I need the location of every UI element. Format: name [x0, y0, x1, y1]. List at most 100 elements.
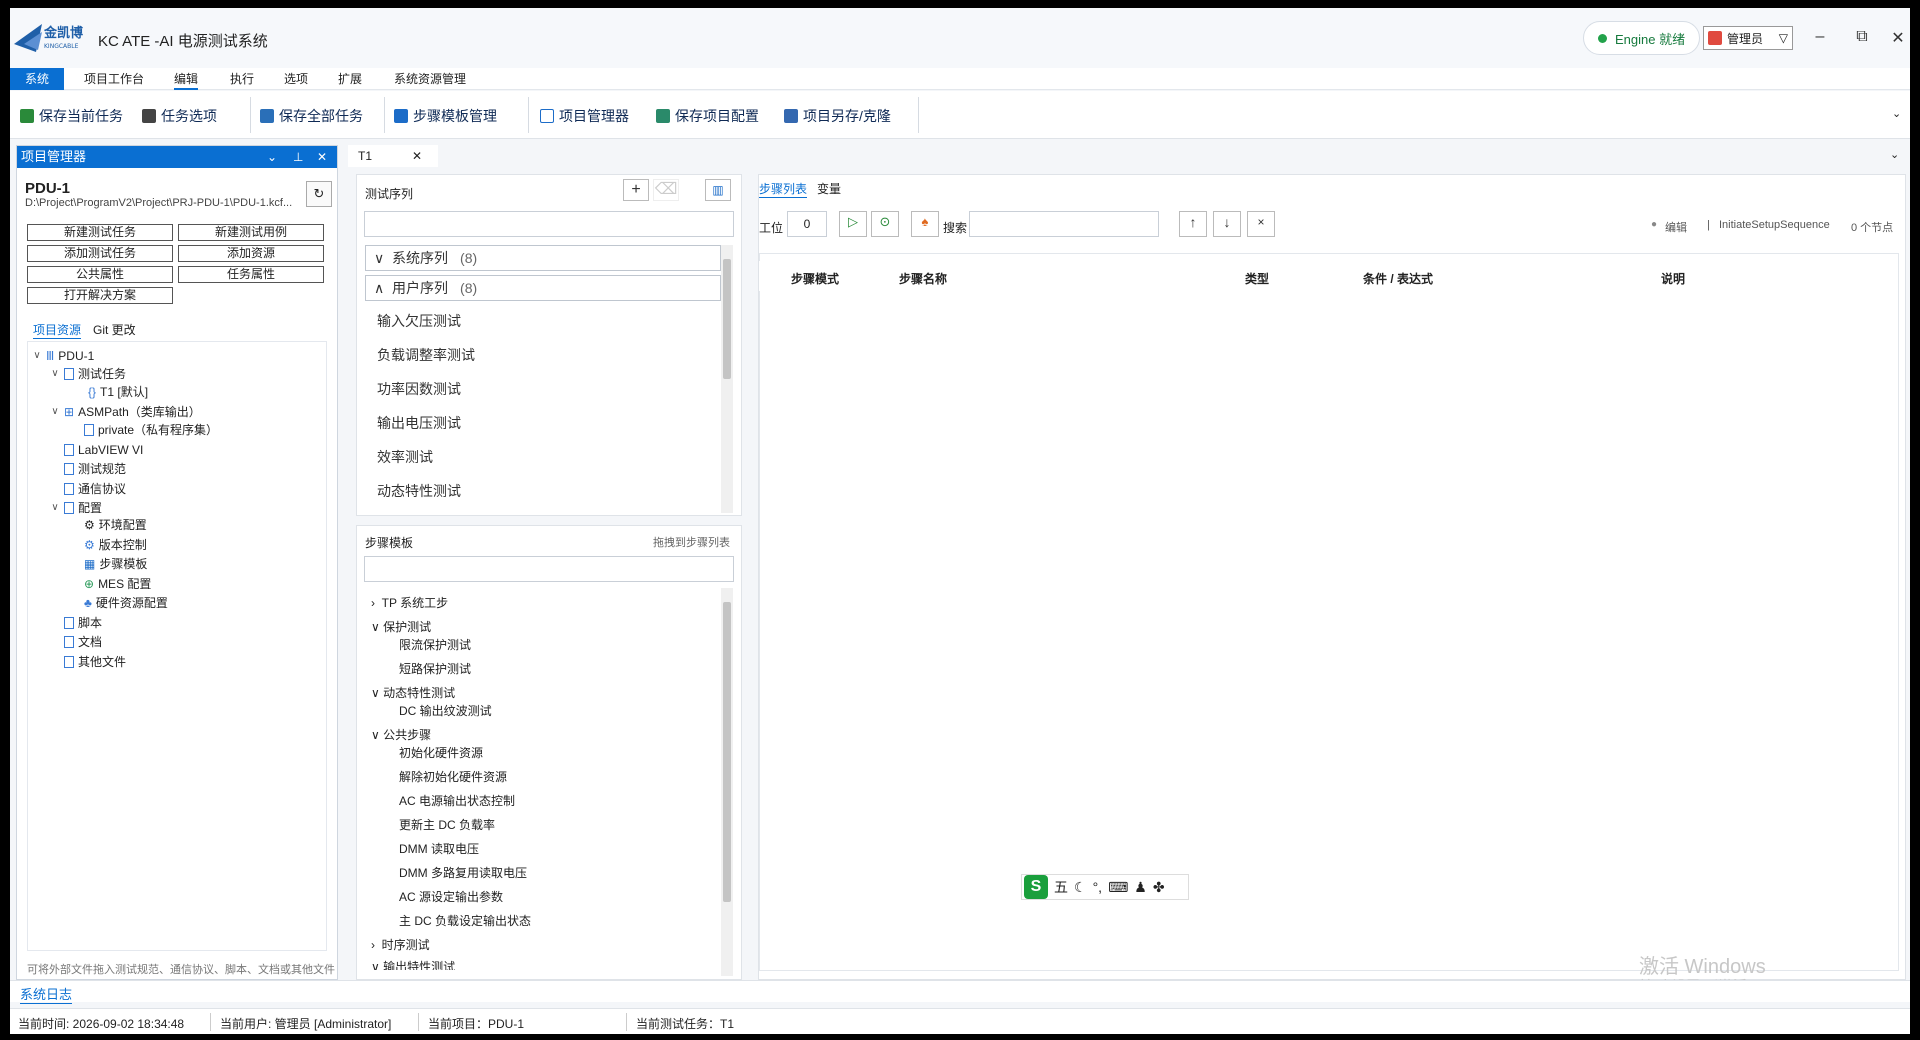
menu-project-workbench[interactable]: 项目工作台 [84, 68, 144, 90]
tree-node-documents[interactable]: 文档 [64, 633, 102, 651]
tab-variables[interactable]: 变量 [817, 180, 841, 197]
project-save-as-clone-button[interactable]: 项目另存/克隆 [784, 105, 891, 127]
task-options-button[interactable]: 任务选项 [142, 105, 217, 127]
template-group[interactable]: ∨ 输出特性测试 [371, 958, 455, 970]
tree-node-private[interactable]: private（私有程序集） [84, 421, 218, 439]
template-item[interactable]: DMM 多路复用读取电压 [399, 864, 527, 881]
sequence-item[interactable]: 输出电压测试 [377, 413, 461, 433]
close-button[interactable]: ✕ [1888, 28, 1908, 48]
sequence-settings-button[interactable]: ▥ [705, 179, 731, 201]
column-type[interactable]: 类型 [1245, 270, 1269, 287]
tree-node-config[interactable]: ∨ 配置 [50, 499, 102, 517]
template-item[interactable]: DC 输出纹波测试 [399, 702, 492, 719]
pin-icon[interactable]: ⊥ [293, 146, 303, 168]
minimize-button[interactable]: – [1810, 28, 1830, 46]
template-group[interactable]: › TP 系统工步 [371, 594, 448, 611]
group-user-sequence[interactable]: ∧ 用户序列 (8) [365, 275, 721, 301]
new-test-case-button[interactable]: 新建测试用例 [178, 224, 324, 241]
sequence-scrollbar[interactable] [721, 245, 733, 513]
sequence-item[interactable]: 输入欠压测试 [377, 311, 461, 331]
menu-system[interactable]: 系统 [10, 68, 64, 90]
delete-step-button[interactable]: × [1247, 211, 1275, 237]
tree-node-asmpath[interactable]: ∨ ⊞ ASMPath（类库输出） [50, 403, 200, 421]
tree-node-step-template[interactable]: ▦ 步骤模板 [84, 555, 147, 573]
column-description[interactable]: 说明 [1661, 270, 1685, 287]
template-item[interactable]: AC 源设定输出参数 [399, 888, 503, 905]
tree-node-version-control[interactable]: ⚙ 版本控制 [84, 536, 147, 554]
template-item[interactable]: 更新主 DC 负载率 [399, 816, 495, 833]
common-properties-button[interactable]: 公共属性 [27, 266, 173, 283]
tree-node-hardware-config[interactable]: ♣ 硬件资源配置 [84, 594, 168, 612]
move-up-button[interactable]: ↑ [1179, 211, 1207, 237]
tree-node-other-files[interactable]: 其他文件 [64, 653, 126, 671]
save-current-task-button[interactable]: 保存当前任务 [20, 105, 123, 127]
project-manager-button[interactable]: 项目管理器 [540, 105, 629, 127]
station-input[interactable]: 0 [787, 211, 827, 237]
template-item[interactable]: DMM 读取电压 [399, 840, 479, 857]
clear-button[interactable]: ♠ [911, 211, 939, 237]
tree-node-test-tasks[interactable]: ∨ 测试任务 [50, 365, 126, 383]
tab-step-list[interactable]: 步骤列表 [759, 180, 808, 198]
template-item[interactable]: AC 电源输出状态控制 [399, 792, 515, 809]
new-test-task-button[interactable]: 新建测试任务 [27, 224, 173, 241]
add-sequence-button[interactable]: + [623, 179, 649, 201]
template-item[interactable]: 解除初始化硬件资源 [399, 768, 507, 785]
add-resource-button[interactable]: 添加资源 [178, 245, 324, 262]
tree-node-env-config[interactable]: ⚙ 环境配置 [84, 516, 147, 534]
scroll-thumb[interactable] [723, 602, 731, 902]
menu-options[interactable]: 选项 [284, 68, 308, 90]
tree-node-mes-config[interactable]: ⊕ MES 配置 [84, 575, 151, 593]
delete-sequence-button[interactable]: ⌫ [653, 179, 679, 201]
group-system-sequence[interactable]: ∨ 系统序列 (8) [365, 245, 721, 271]
toolbar-collapse-chevron-icon[interactable]: ⌄ [1892, 107, 1901, 120]
template-item[interactable]: 主 DC 负载设定输出状态 [399, 912, 531, 929]
column-condition[interactable]: 条件 / 表达式 [1363, 270, 1433, 287]
save-all-tasks-button[interactable]: 保存全部任务 [260, 105, 363, 127]
tree-node-test-spec[interactable]: 测试规范 [64, 460, 126, 478]
menu-execute[interactable]: 执行 [230, 68, 254, 90]
step-template-manage-button[interactable]: 步骤模板管理 [394, 105, 497, 127]
tab-system-log[interactable]: 系统日志 [20, 984, 73, 1004]
run-step-button[interactable]: ▷ [839, 211, 867, 237]
document-tab-t1[interactable]: T1 ✕ [348, 145, 438, 167]
tree-node-t1[interactable]: {} T1 [默认] [88, 383, 148, 401]
template-scrollbar[interactable] [721, 588, 733, 976]
save-project-config-button[interactable]: 保存项目配置 [656, 105, 759, 127]
step-search-input[interactable] [969, 211, 1159, 237]
next-step-button[interactable]: ⊙ [871, 211, 899, 237]
sequence-item[interactable]: 动态特性测试 [377, 481, 461, 501]
template-item[interactable]: 限流保护测试 [399, 636, 471, 653]
panel-dropdown-icon[interactable]: ⌄ [267, 146, 277, 168]
add-test-task-button[interactable]: 添加测试任务 [27, 245, 173, 262]
sequence-item[interactable]: 功率因数测试 [377, 379, 461, 399]
template-group[interactable]: › 时序测试 [371, 936, 430, 953]
scroll-thumb[interactable] [723, 259, 731, 379]
step-grid[interactable] [759, 253, 1899, 971]
move-down-button[interactable]: ↓ [1213, 211, 1241, 237]
column-step-mode[interactable]: 步骤模式 [791, 270, 839, 287]
ime-toolbar[interactable]: S 五 ☾ °, ⌨ ♟ ✤ [1021, 874, 1189, 900]
tree-node-protocol[interactable]: 通信协议 [64, 480, 126, 498]
panel-close-icon[interactable]: ✕ [317, 146, 327, 168]
menu-edit[interactable]: 编辑 [174, 68, 199, 90]
task-properties-button[interactable]: 任务属性 [178, 266, 324, 283]
user-dropdown[interactable]: 管理员 ▽ [1703, 26, 1793, 50]
template-group[interactable]: ∨ 动态特性测试 [371, 684, 455, 701]
template-item[interactable]: 短路保护测试 [399, 660, 471, 677]
tree-node-scripts[interactable]: 脚本 [64, 614, 102, 632]
tab-close-icon[interactable]: ✕ [412, 145, 422, 167]
sequence-item[interactable]: 效率测试 [377, 447, 433, 467]
open-solution-button[interactable]: 打开解决方案 [27, 287, 173, 304]
restore-button[interactable]: ⧉ [1852, 28, 1872, 46]
tabs-dropdown-chevron-icon[interactable]: ⌄ [1890, 148, 1899, 161]
template-group[interactable]: ∨ 公共步骤 [371, 726, 431, 743]
template-group[interactable]: ∨ 保护测试 [371, 618, 431, 635]
template-search-input[interactable] [364, 556, 734, 582]
tree-node-root[interactable]: ∨ Ⅲ PDU-1 [32, 347, 94, 365]
tree-node-labview[interactable]: LabVIEW VI [64, 441, 143, 459]
refresh-button[interactable]: ↻ [306, 181, 332, 207]
sequence-search-input[interactable] [364, 211, 734, 237]
sequence-item[interactable]: 负载调整率测试 [377, 345, 475, 365]
tab-project-resources[interactable]: 项目资源 [33, 321, 82, 339]
column-step-name[interactable]: 步骤名称 [899, 270, 947, 287]
